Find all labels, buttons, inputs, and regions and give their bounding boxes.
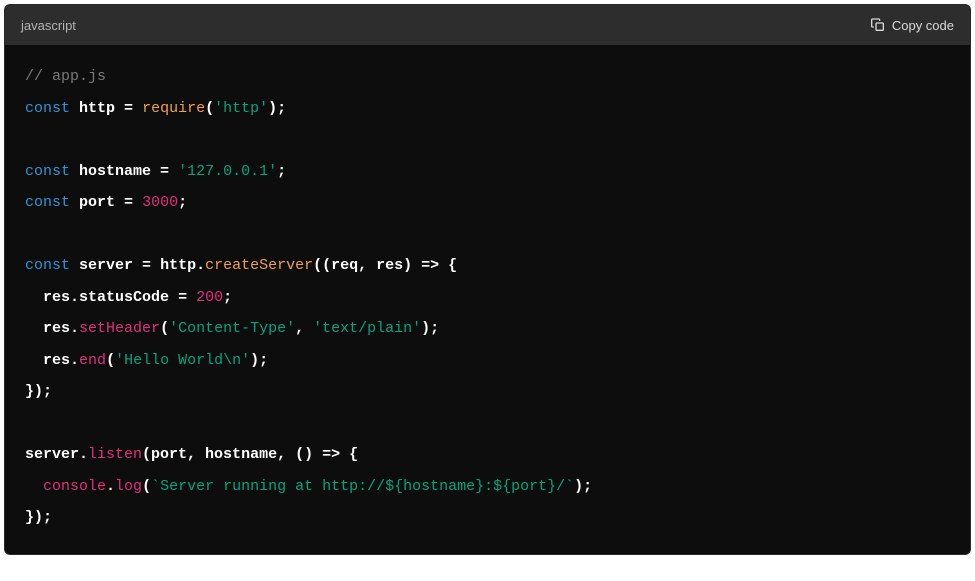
code-token: res <box>43 320 70 337</box>
code-line: const hostname = '127.0.0.1'; <box>25 156 950 188</box>
code-token: res <box>43 289 70 306</box>
code-token: 'Hello World\n' <box>115 352 250 369</box>
code-token: 'Content-Type' <box>169 320 295 337</box>
code-token: . <box>79 446 88 463</box>
code-line: res.setHeader('Content-Type', 'text/plai… <box>25 313 950 345</box>
code-token: ) <box>268 100 277 117</box>
code-token: ( <box>106 352 115 369</box>
code-token: log <box>115 478 142 495</box>
code-line <box>25 219 950 251</box>
code-token: listen <box>88 446 142 463</box>
code-token <box>70 194 79 211</box>
code-token: ; <box>223 289 232 306</box>
code-token: res <box>43 352 70 369</box>
code-token: = <box>115 194 142 211</box>
code-token: ) <box>250 352 259 369</box>
code-line <box>25 124 950 156</box>
copy-label: Copy code <box>892 18 954 33</box>
code-token: const <box>25 257 70 274</box>
code-token: 'text/plain' <box>313 320 421 337</box>
code-token: { <box>340 446 358 463</box>
code-token: ) <box>421 320 430 337</box>
code-token: ; <box>277 163 286 180</box>
code-token: http <box>160 257 196 274</box>
code-token: . <box>70 352 79 369</box>
code-token <box>25 320 43 337</box>
code-token: ; <box>259 352 268 369</box>
code-token: ); <box>574 478 592 495</box>
code-token: 200 <box>196 289 223 306</box>
code-token: ( <box>142 478 151 495</box>
code-line: const port = 3000; <box>25 187 950 219</box>
code-token <box>25 352 43 369</box>
code-token: console <box>43 478 106 495</box>
code-token: = <box>151 163 178 180</box>
code-line: res.statusCode = 200; <box>25 282 950 314</box>
code-token: setHeader <box>79 320 160 337</box>
code-token: ( <box>205 100 214 117</box>
code-token <box>70 257 79 274</box>
code-token: => <box>322 446 340 463</box>
code-token: server <box>79 257 133 274</box>
code-token <box>25 478 43 495</box>
code-token: const <box>25 194 70 211</box>
code-token: ; <box>430 320 439 337</box>
code-line: server.listen(port, hostname, () => { <box>25 439 950 471</box>
code-token: ( <box>160 320 169 337</box>
code-token: `Server running at http://${hostname}:${… <box>151 478 574 495</box>
code-token: 'http' <box>214 100 268 117</box>
code-token: , <box>295 320 313 337</box>
code-token: const <box>25 100 70 117</box>
code-token: port <box>79 194 115 211</box>
code-line: // app.js <box>25 61 950 93</box>
code-token: server <box>25 446 79 463</box>
code-token <box>70 163 79 180</box>
code-token: => <box>421 257 439 274</box>
code-token: }); <box>25 509 52 526</box>
code-line: console.log(`Server running at http://${… <box>25 471 950 503</box>
code-token: // app.js <box>25 68 106 85</box>
code-header: javascript Copy code <box>5 5 970 45</box>
code-token: ((req, res) <box>313 257 421 274</box>
code-token: = <box>115 100 142 117</box>
code-token: ; <box>277 100 286 117</box>
code-token: = <box>169 289 196 306</box>
code-token: 3000 <box>142 194 178 211</box>
code-token: . <box>196 257 205 274</box>
code-token: http <box>79 100 115 117</box>
code-token: hostname <box>79 163 151 180</box>
code-token: statusCode <box>79 289 169 306</box>
code-token: ; <box>178 194 187 211</box>
copy-code-button[interactable]: Copy code <box>870 17 954 33</box>
code-token: { <box>439 257 457 274</box>
code-token: end <box>79 352 106 369</box>
code-line: }); <box>25 376 950 408</box>
code-token: . <box>70 289 79 306</box>
code-token: (port, hostname, () <box>142 446 322 463</box>
code-token: }); <box>25 383 52 400</box>
code-block: javascript Copy code // app.js const htt… <box>4 4 971 555</box>
code-token <box>70 100 79 117</box>
code-token: '127.0.0.1' <box>178 163 277 180</box>
code-token: const <box>25 163 70 180</box>
code-content: // app.js const http = require('http'); … <box>5 45 970 554</box>
code-line: res.end('Hello World\n'); <box>25 345 950 377</box>
code-token: . <box>70 320 79 337</box>
code-line: const server = http.createServer((req, r… <box>25 250 950 282</box>
code-line <box>25 408 950 440</box>
code-token: = <box>133 257 160 274</box>
code-token: require <box>142 100 205 117</box>
language-label: javascript <box>21 18 76 33</box>
code-line: }); <box>25 502 950 534</box>
code-line: const http = require('http'); <box>25 93 950 125</box>
code-token: createServer <box>205 257 313 274</box>
code-token: . <box>106 478 115 495</box>
copy-icon <box>870 17 886 33</box>
code-token <box>25 289 43 306</box>
